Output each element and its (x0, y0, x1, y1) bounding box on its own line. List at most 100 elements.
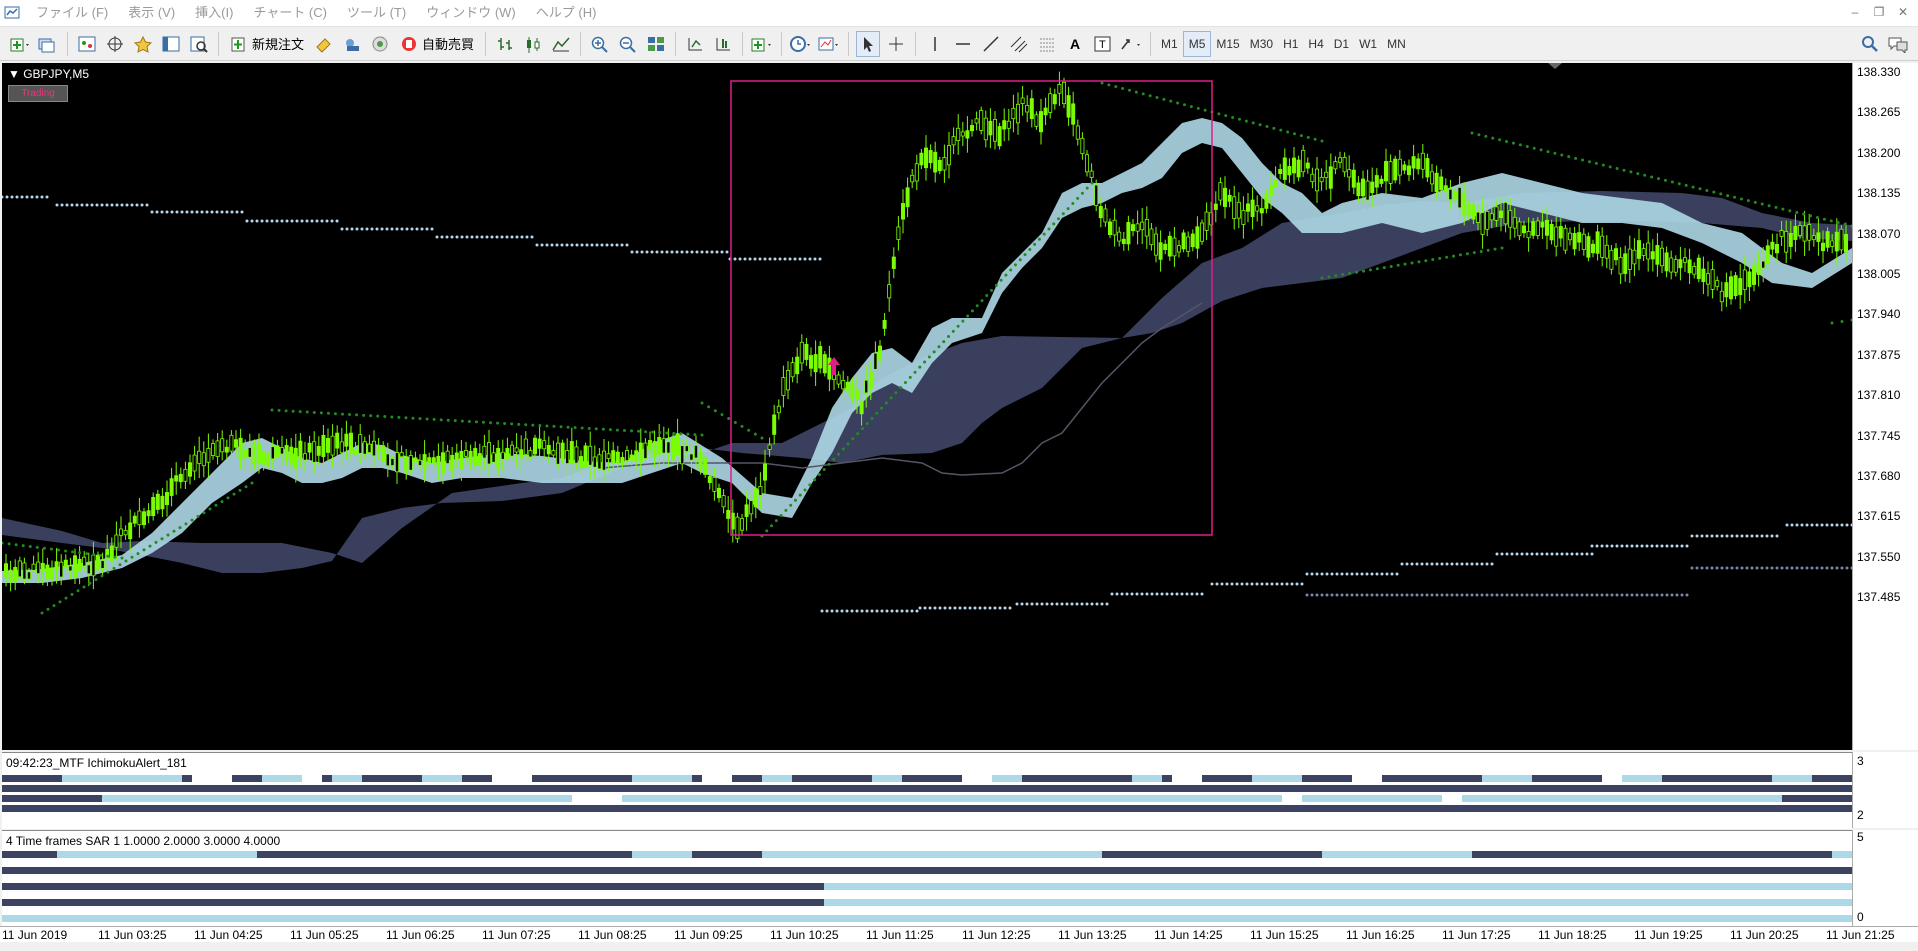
chat-icon[interactable] (1886, 31, 1910, 57)
highlight-rectangle[interactable] (730, 80, 1213, 536)
menu-bar: ファイル (F) 表示 (V) 挿入(I) チャート (C) ツール (T) ウ… (0, 0, 1918, 27)
toolbar: 新規注文 自動売買 A T M1 M5 M15 M30 H1 H4 D1 W1 … (0, 27, 1918, 61)
price-label: 138.005 (1857, 267, 1901, 281)
periods-clock-icon[interactable] (789, 31, 813, 57)
tile-windows-icon[interactable] (644, 31, 668, 57)
auto-trading-label: 自動売買 (422, 37, 475, 52)
status-bar (0, 942, 1918, 951)
timeframe-h4[interactable]: H4 (1303, 32, 1328, 56)
time-axis: 11 Jun 2019 11 Jun 03:25 11 Jun 04:25 11 Ju… (0, 926, 1918, 943)
data-window-icon[interactable] (103, 31, 127, 57)
timeframe-m15[interactable]: M15 (1211, 32, 1244, 56)
new-order-label: 新規注文 (252, 37, 305, 52)
time-label: 11 Jun 13:25 (1058, 928, 1127, 942)
timeframe-h1[interactable]: H1 (1278, 32, 1303, 56)
chart-shift-icon[interactable] (683, 31, 707, 57)
crosshair-icon[interactable] (884, 31, 908, 57)
menu-tools[interactable]: ツール (T) (337, 0, 416, 26)
search-icon[interactable] (1858, 31, 1882, 57)
time-label: 11 Jun 15:25 (1250, 928, 1319, 942)
vertical-line-icon[interactable] (923, 31, 947, 57)
strategy-tester-icon[interactable] (187, 31, 211, 57)
sar-axis-min: 0 (1857, 910, 1864, 924)
timeframe-mn[interactable]: MN (1382, 32, 1411, 56)
market-watch-icon[interactable] (75, 31, 99, 57)
price-chart[interactable] (2, 63, 1852, 750)
fibonacci-icon[interactable] (1035, 31, 1059, 57)
navigator-icon[interactable] (131, 31, 155, 57)
time-label: 11 Jun 07:25 (482, 928, 551, 942)
price-label: 137.680 (1857, 469, 1901, 483)
menu-file[interactable]: ファイル (F) (26, 0, 118, 26)
metaeditor-icon[interactable] (312, 31, 336, 57)
ichimoku-alert-panel[interactable] (2, 752, 1852, 829)
menu-view[interactable]: 表示 (V) (118, 0, 185, 26)
time-label: 11 Jun 10:25 (770, 928, 839, 942)
price-label: 137.550 (1857, 549, 1901, 564)
ichimoku-axis-max: 3 (1857, 754, 1864, 768)
time-label: 11 Jun 16:25 (1346, 928, 1415, 942)
time-label: 11 Jun 21:25 (1826, 928, 1895, 942)
templates-icon[interactable] (817, 31, 841, 57)
sar-panel-axis: 5 0 (1852, 830, 1918, 926)
auto-trading-button[interactable]: 自動売買 (396, 31, 478, 57)
text-icon[interactable]: A (1063, 31, 1087, 57)
timeframe-m5[interactable]: M5 (1182, 30, 1212, 57)
time-label: 11 Jun 20:25 (1730, 928, 1799, 942)
price-label: 137.485 (1857, 590, 1901, 605)
price-label: 138.070 (1857, 226, 1901, 241)
menu-insert[interactable]: 挿入(I) (185, 0, 243, 26)
terminal-icon[interactable] (159, 31, 183, 57)
price-label: 138.200 (1857, 145, 1901, 160)
close-button[interactable]: ✕ (1892, 2, 1914, 22)
price-label: 138.135 (1857, 186, 1901, 201)
new-order-button[interactable]: 新規注文 (226, 31, 308, 57)
price-label: 138.330 (1857, 65, 1901, 79)
restore-button[interactable]: ❐ (1868, 2, 1890, 22)
indicators-icon[interactable] (750, 31, 774, 57)
zoom-out-icon[interactable] (616, 31, 640, 57)
equidistant-channel-icon[interactable] (1007, 31, 1031, 57)
signals-icon[interactable] (368, 31, 392, 57)
time-label: 11 Jun 06:25 (386, 928, 455, 942)
arrows-icon[interactable] (1119, 31, 1143, 57)
line-chart-icon[interactable] (549, 31, 573, 57)
chart-symbol-title: ▼ GBPJPY,M5 (8, 67, 90, 81)
app-icon (4, 6, 20, 19)
menu-chart[interactable]: チャート (C) (243, 0, 337, 26)
cursor-icon[interactable] (856, 30, 881, 57)
text-label-icon[interactable]: T (1091, 31, 1115, 57)
price-label: 137.745 (1857, 428, 1901, 443)
minimize-button[interactable]: – (1844, 2, 1866, 22)
new-chart-icon[interactable] (8, 31, 32, 57)
menu-help[interactable]: ヘルプ (H) (526, 0, 607, 26)
time-label: 11 Jun 08:25 (578, 928, 647, 942)
candlestick-icon[interactable] (521, 31, 545, 57)
timeframe-w1[interactable]: W1 (1354, 32, 1382, 56)
profiles-icon[interactable] (36, 31, 60, 57)
trendline-icon[interactable] (979, 31, 1003, 57)
horizontal-line-icon[interactable] (951, 31, 975, 57)
trading-badge[interactable]: Trading (8, 85, 68, 102)
ichimoku-axis-min: 2 (1857, 808, 1864, 822)
time-label: 11 Jun 11:25 (866, 928, 934, 942)
timeframe-m1[interactable]: M1 (1156, 32, 1183, 56)
sar-axis-max: 5 (1857, 830, 1864, 844)
timeframe-d1[interactable]: D1 (1329, 32, 1354, 56)
time-label: 11 Jun 04:25 (194, 928, 263, 942)
price-label: 137.810 (1857, 388, 1901, 403)
price-axis: 138.330 138.265 138.200 138.135 138.070 138.0… (1852, 63, 1918, 750)
time-label: 11 Jun 18:25 (1538, 928, 1607, 942)
bar-chart-icon[interactable] (493, 31, 517, 57)
time-label: 11 Jun 09:25 (674, 928, 743, 942)
time-label: 11 Jun 19:25 (1634, 928, 1703, 942)
menu-window[interactable]: ウィンドウ (W) (416, 0, 526, 26)
community-icon[interactable] (340, 31, 364, 57)
time-label: 11 Jun 14:25 (1154, 928, 1223, 942)
svg-text:T: T (1099, 39, 1106, 51)
autoscroll-icon[interactable] (711, 31, 735, 57)
timeframe-m30[interactable]: M30 (1245, 32, 1278, 56)
zoom-in-icon[interactable] (588, 31, 612, 57)
time-label: 11 Jun 05:25 (290, 928, 359, 942)
price-label: 137.615 (1857, 509, 1901, 524)
